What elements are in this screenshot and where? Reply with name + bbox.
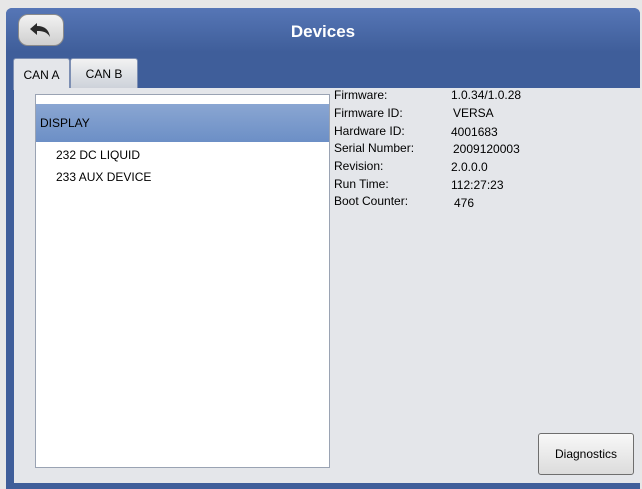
info-label-hardware-id: Hardware ID:: [334, 124, 405, 138]
info-label-firmware: Firmware:: [334, 88, 388, 102]
bottom-border: [6, 483, 640, 489]
info-label-run-time: Run Time:: [334, 177, 389, 191]
diagnostics-button[interactable]: Diagnostics: [538, 433, 634, 475]
device-list-item-display[interactable]: DISPLAY: [36, 104, 329, 142]
tab-strip: CAN A CAN B: [6, 52, 640, 90]
info-label-revision: Revision:: [334, 159, 384, 173]
tab-can-b[interactable]: CAN B: [70, 58, 138, 89]
page-title: Devices: [290, 22, 356, 41]
device-list-item-aux-device[interactable]: 233 AUX DEVICE: [36, 166, 329, 188]
info-value-revision: 2.0.0.0: [451, 160, 488, 174]
device-list-item-dc-liquid[interactable]: 232 DC LIQUID: [36, 144, 329, 166]
title-bar: Devices: [6, 8, 640, 52]
tab-can-a[interactable]: CAN A: [13, 58, 70, 90]
info-value-boot-counter: 476: [454, 196, 475, 210]
info-value-serial-number: 2009120003: [453, 142, 520, 156]
info-label-boot-counter: Boot Counter:: [334, 194, 409, 208]
info-label-firmware-id: Firmware ID:: [334, 106, 403, 120]
window-frame: Devices CAN A CAN B DISPLAY 232 DC LIQUI…: [6, 8, 640, 489]
device-list: DISPLAY 232 DC LIQUID 233 AUX DEVICE: [35, 94, 330, 468]
info-value-hardware-id: 4001683: [451, 125, 498, 139]
content-panel: DISPLAY 232 DC LIQUID 233 AUX DEVICE Fir…: [14, 88, 640, 483]
info-value-firmware: 1.0.34/1.0.28: [451, 88, 522, 102]
info-value-run-time: 112:27:23: [451, 178, 504, 192]
info-value-firmware-id: VERSA: [453, 106, 494, 120]
info-label-serial-number: Serial Number:: [334, 141, 415, 155]
